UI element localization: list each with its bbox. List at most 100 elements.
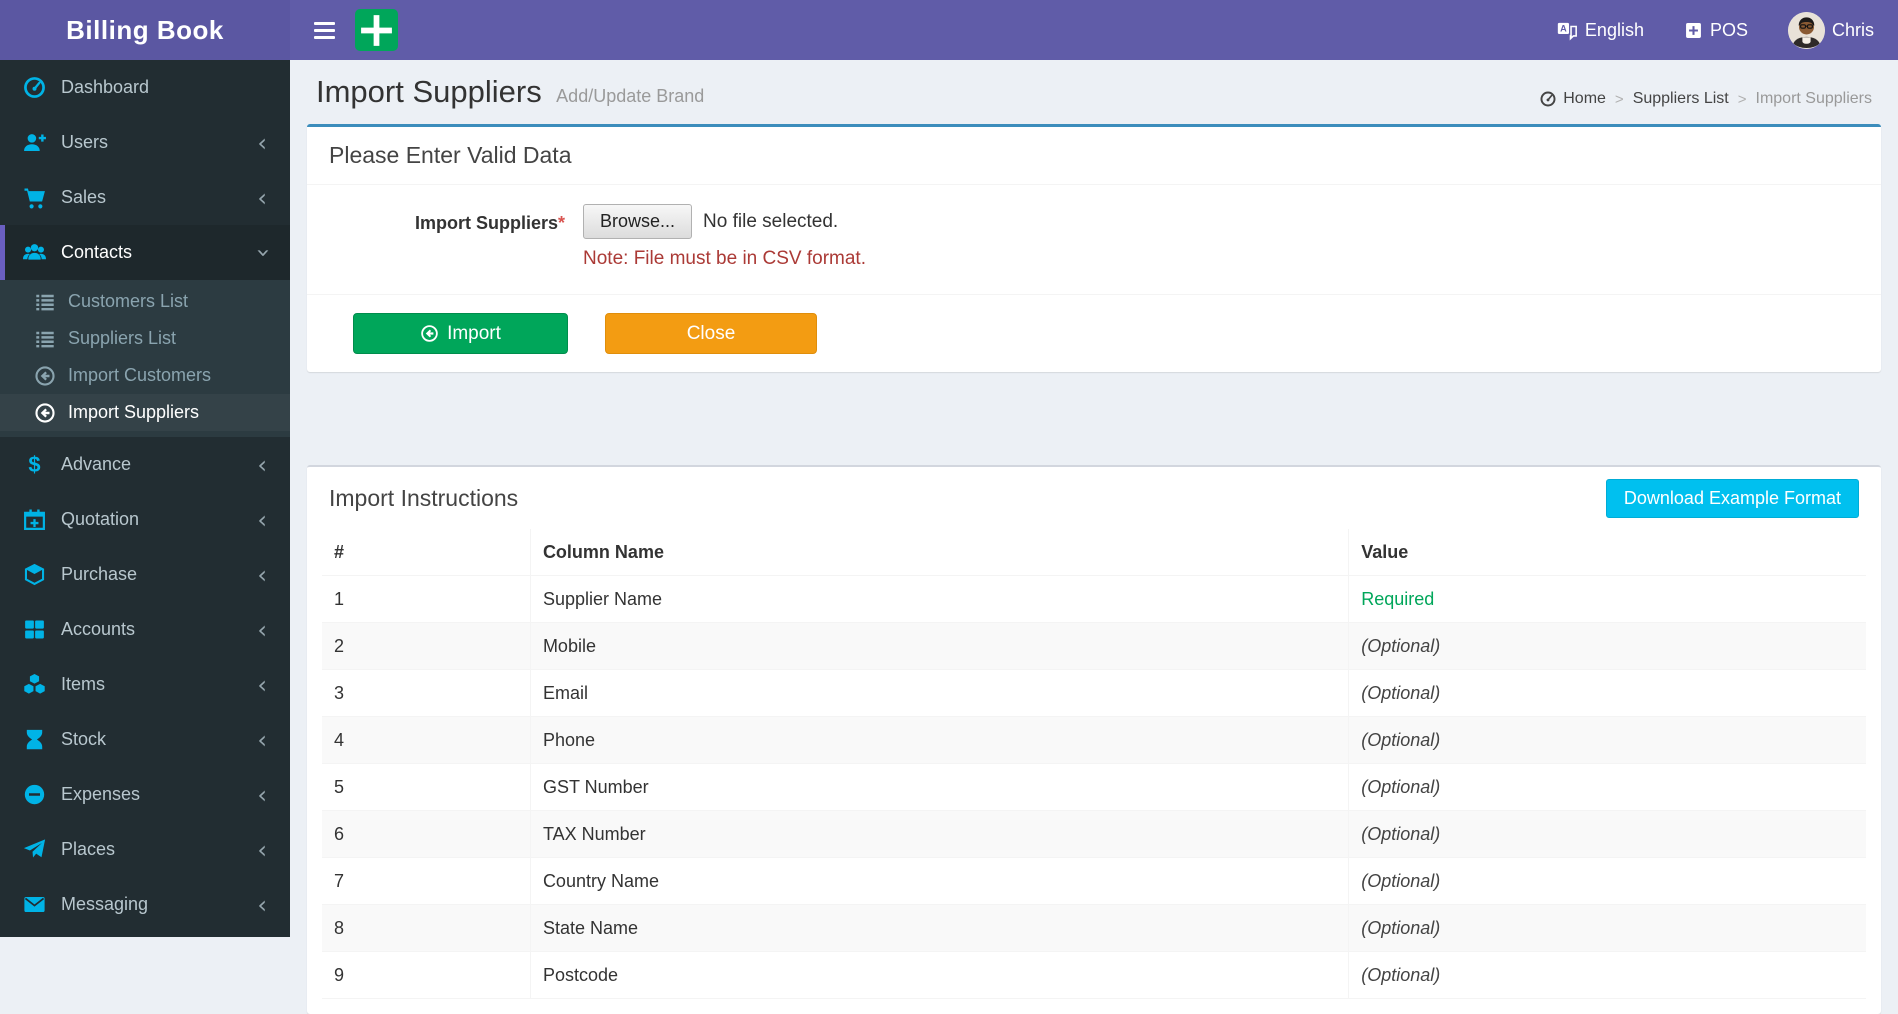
chevron-left-icon: ‹ xyxy=(257,560,267,589)
cell-value: (Optional) xyxy=(1348,669,1866,717)
navbar-right: A English POS Chris xyxy=(1556,0,1898,60)
cell-column-name: Postcode xyxy=(529,951,1349,999)
table-row: 9 Postcode (Optional) xyxy=(322,951,1866,999)
cell-value: (Optional) xyxy=(1348,857,1866,905)
sidebar-item-sales[interactable]: Sales ‹ xyxy=(0,170,290,225)
import-instructions-table: # Column Name Value 1 Supplier Name Required… xyxy=(322,529,1866,999)
close-button[interactable]: Close xyxy=(605,313,817,354)
table-row: 8 State Name (Optional) xyxy=(322,904,1866,952)
chevron-left-icon: ‹ xyxy=(257,183,267,212)
sidebar-toggle-button[interactable] xyxy=(302,8,347,53)
cell-column-name: State Name xyxy=(529,904,1349,952)
cell-number: 9 xyxy=(322,951,531,999)
cell-column-name: Country Name xyxy=(529,857,1349,905)
cell-number: 3 xyxy=(322,669,531,717)
sidebar-subitem-label: Customers List xyxy=(68,291,189,311)
chevron-down-icon: ‹ xyxy=(248,247,277,258)
cell-column-name: Mobile xyxy=(529,622,1349,670)
required-asterisk: * xyxy=(557,213,565,233)
cell-number: 1 xyxy=(322,575,531,623)
breadcrumb-suppliers-list[interactable]: Suppliers List xyxy=(1633,90,1729,108)
cell-value: Required xyxy=(1348,575,1866,623)
svg-text:$: $ xyxy=(28,452,40,477)
sidebar-item-label: Expenses xyxy=(61,784,141,804)
sidebar-item-quotation[interactable]: Quotation ‹ xyxy=(0,492,290,547)
cart-icon xyxy=(22,185,47,210)
column-header-: # xyxy=(322,529,531,576)
sidebar-item-purchase[interactable]: Purchase ‹ xyxy=(0,547,290,602)
chevron-left-icon: ‹ xyxy=(257,835,267,864)
page-subtitle: Add/Update Brand xyxy=(556,86,705,106)
cell-value: (Optional) xyxy=(1348,810,1866,858)
sidebar-subitem-import-suppliers[interactable]: Import Suppliers xyxy=(0,394,290,431)
import-file-row: Import Suppliers* Browse... No file sele… xyxy=(329,204,1859,270)
form-panel-body: Import Suppliers* Browse... No file sele… xyxy=(307,185,1881,294)
sidebar-subitem-customers-list[interactable]: Customers List xyxy=(0,283,290,320)
sidebar-item-stock[interactable]: Stock ‹ xyxy=(0,712,290,767)
instructions-panel-body: # Column Name Value 1 Supplier Name Required… xyxy=(307,529,1881,1014)
chevron-left-icon: ‹ xyxy=(257,670,267,699)
sidebar-item-label: Users xyxy=(61,132,109,152)
browse-button[interactable]: Browse... xyxy=(583,204,693,239)
sidebar-item-accounts[interactable]: Accounts ‹ xyxy=(0,602,290,657)
breadcrumb: Home > Suppliers List > Import Suppliers xyxy=(1539,90,1872,108)
plus-square-icon xyxy=(1684,21,1703,40)
sidebar-item-expenses[interactable]: Expenses ‹ xyxy=(0,767,290,822)
brand-logo[interactable]: Billing Book xyxy=(0,0,290,60)
list-icon xyxy=(34,291,56,313)
sidebar-item-contacts[interactable]: Contacts ‹ xyxy=(0,225,290,280)
column-header-value: Value xyxy=(1348,529,1866,576)
navbar-left xyxy=(290,0,398,60)
pos-button[interactable]: POS xyxy=(1684,20,1748,41)
cell-column-name: Phone xyxy=(529,716,1349,764)
cell-column-name: Email xyxy=(529,669,1349,717)
import-button[interactable]: Import xyxy=(353,313,568,354)
table-row: 5 GST Number (Optional) xyxy=(322,763,1866,811)
table-row: 4 Phone (Optional) xyxy=(322,716,1866,764)
pos-label: POS xyxy=(1709,19,1748,40)
cell-column-name: GST Number xyxy=(529,763,1349,811)
instructions-panel-title: Import Instructions xyxy=(329,484,519,511)
sidebar-item-label: Places xyxy=(61,839,116,859)
hourglass-icon xyxy=(22,727,47,752)
sidebar-item-users[interactable]: Users ‹ xyxy=(0,115,290,170)
page-title: Import Suppliers xyxy=(316,74,542,109)
sidebar-item-dashboard[interactable]: Dashboard xyxy=(0,60,290,115)
envelope-icon xyxy=(22,892,47,917)
sidebar-item-label: Advance xyxy=(61,454,132,474)
content-area: Please Enter Valid Data Import Suppliers… xyxy=(290,118,1898,1014)
cubes-icon xyxy=(22,672,47,697)
cell-value: (Optional) xyxy=(1348,763,1866,811)
user-plus-icon xyxy=(22,130,47,155)
language-menu[interactable]: A English xyxy=(1556,19,1644,41)
cell-number: 8 xyxy=(322,904,531,952)
cell-column-name: TAX Number xyxy=(529,810,1349,858)
sidebar: Dashboard Users ‹ Sales ‹ Contacts ‹ Customers … xyxy=(0,60,290,937)
user-menu[interactable]: Chris xyxy=(1787,11,1874,49)
quick-add-button[interactable] xyxy=(355,9,398,51)
sidebar-item-messaging[interactable]: Messaging ‹ xyxy=(0,877,290,932)
cell-number: 4 xyxy=(322,716,531,764)
breadcrumb-home[interactable]: Home xyxy=(1539,90,1606,108)
dollar-icon: $ xyxy=(22,452,47,477)
sidebar-item-places[interactable]: Places ‹ xyxy=(0,822,290,877)
calendar-plus-icon xyxy=(22,507,47,532)
sidebar-subitem-import-customers[interactable]: Import Customers xyxy=(0,357,290,394)
sidebar-item-items[interactable]: Items ‹ xyxy=(0,657,290,712)
table-row: 7 Country Name (Optional) xyxy=(322,857,1866,905)
import-instructions-panel: Import Instructions Download Example For… xyxy=(307,465,1881,1014)
sidebar-menu: Dashboard Users ‹ Sales ‹ Contacts ‹ Customers … xyxy=(0,60,290,932)
chevron-left-icon: ‹ xyxy=(257,725,267,754)
hamburger-icon xyxy=(314,21,335,25)
cell-number: 5 xyxy=(322,763,531,811)
grid-icon xyxy=(22,617,47,642)
cell-number: 6 xyxy=(322,810,531,858)
download-example-format-button[interactable]: Download Example Format xyxy=(1605,478,1859,518)
sidebar-item-advance[interactable]: $ Advance ‹ xyxy=(0,437,290,492)
breadcrumb-separator: > xyxy=(1614,90,1624,108)
sidebar-subitem-suppliers-list[interactable]: Suppliers List xyxy=(0,320,290,357)
chevron-left-icon: ‹ xyxy=(257,615,267,644)
paper-plane-icon xyxy=(22,837,47,862)
main-content: Import Suppliers Add/Update Brand Home > S… xyxy=(290,60,1898,1014)
cell-value: (Optional) xyxy=(1348,716,1866,764)
